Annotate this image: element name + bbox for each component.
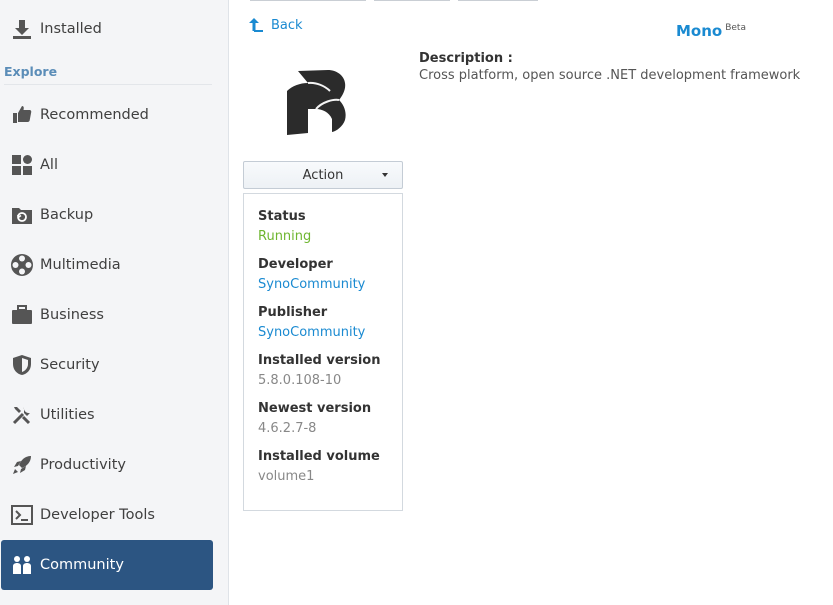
thumbs-up-icon — [10, 103, 34, 127]
sidebar-item-all[interactable]: All — [1, 140, 213, 190]
back-arrow-icon — [248, 17, 264, 33]
app-logo — [286, 69, 348, 135]
sidebar-item-label: Backup — [40, 207, 94, 223]
section-divider — [4, 84, 212, 85]
sidebar-item-backup[interactable]: Backup — [1, 190, 213, 240]
download-icon — [10, 17, 34, 41]
top-tab-edge — [374, 0, 450, 1]
wrench-icon — [10, 403, 34, 427]
section-label-explore: Explore — [4, 64, 58, 79]
shield-icon — [10, 353, 34, 377]
app-name: Mono — [676, 22, 723, 40]
description-label: Description : — [419, 51, 513, 66]
sidebar-item-label: Recommended — [40, 107, 149, 123]
publisher-label: Publisher — [258, 305, 328, 320]
sidebar-item-developer-tools[interactable]: Developer Tools — [1, 490, 213, 540]
back-button[interactable]: Back — [248, 17, 303, 33]
sidebar-item-multimedia[interactable]: Multimedia — [1, 240, 213, 290]
chevron-down-icon — [382, 173, 388, 177]
installed-version-value: 5.8.0.108-10 — [258, 373, 342, 388]
description-text: Cross platform, open source .NET develop… — [419, 68, 801, 83]
status-label: Status — [258, 209, 306, 224]
sidebar-item-label: Multimedia — [40, 257, 121, 273]
back-label: Back — [271, 17, 303, 33]
sidebar-item-recommended[interactable]: Recommended — [1, 90, 213, 140]
developer-label: Developer — [258, 257, 333, 272]
sidebar-item-productivity[interactable]: Productivity — [1, 440, 213, 490]
sidebar-item-label: Productivity — [40, 457, 126, 473]
top-tab-edge — [458, 0, 538, 1]
sidebar-item-utilities[interactable]: Utilities — [1, 390, 213, 440]
info-panel: Status Running Developer SynoCommunity P… — [243, 193, 403, 511]
sidebar-item-label: Community — [40, 557, 124, 573]
backup-icon — [10, 203, 34, 227]
sidebar-item-installed[interactable]: Installed — [1, 4, 213, 54]
action-dropdown-button[interactable]: Action — [243, 161, 403, 189]
sidebar-item-business[interactable]: Business — [1, 290, 213, 340]
sidebar-item-label: Installed — [40, 21, 102, 37]
sidebar: Installed Explore Recommended All Backup… — [0, 0, 229, 605]
sidebar-item-community[interactable]: Community — [1, 540, 213, 590]
sidebar-item-label: Utilities — [40, 407, 95, 423]
sidebar-item-label: Developer Tools — [40, 507, 155, 523]
action-label: Action — [302, 167, 344, 183]
newest-version-value: 4.6.2.7-8 — [258, 421, 317, 436]
film-reel-icon — [10, 253, 34, 277]
briefcase-icon — [10, 303, 34, 327]
beta-badge: Beta — [725, 23, 746, 33]
people-icon — [10, 553, 34, 577]
rocket-icon — [10, 453, 34, 477]
status-value: Running — [258, 229, 312, 244]
installed-volume-value: volume1 — [258, 469, 315, 484]
installed-version-label: Installed version — [258, 353, 381, 368]
publisher-link[interactable]: SynoCommunity — [258, 325, 365, 340]
installed-volume-label: Installed volume — [258, 449, 380, 464]
sidebar-item-label: Security — [40, 357, 100, 373]
sidebar-item-label: All — [40, 157, 58, 173]
sidebar-item-security[interactable]: Security — [1, 340, 213, 390]
grid-icon — [10, 153, 34, 177]
sidebar-item-label: Business — [40, 307, 104, 323]
newest-version-label: Newest version — [258, 401, 372, 416]
terminal-icon — [10, 503, 34, 527]
top-tab-edge — [250, 0, 366, 1]
app-title: Mono Beta — [676, 22, 746, 40]
developer-link[interactable]: SynoCommunity — [258, 277, 365, 292]
